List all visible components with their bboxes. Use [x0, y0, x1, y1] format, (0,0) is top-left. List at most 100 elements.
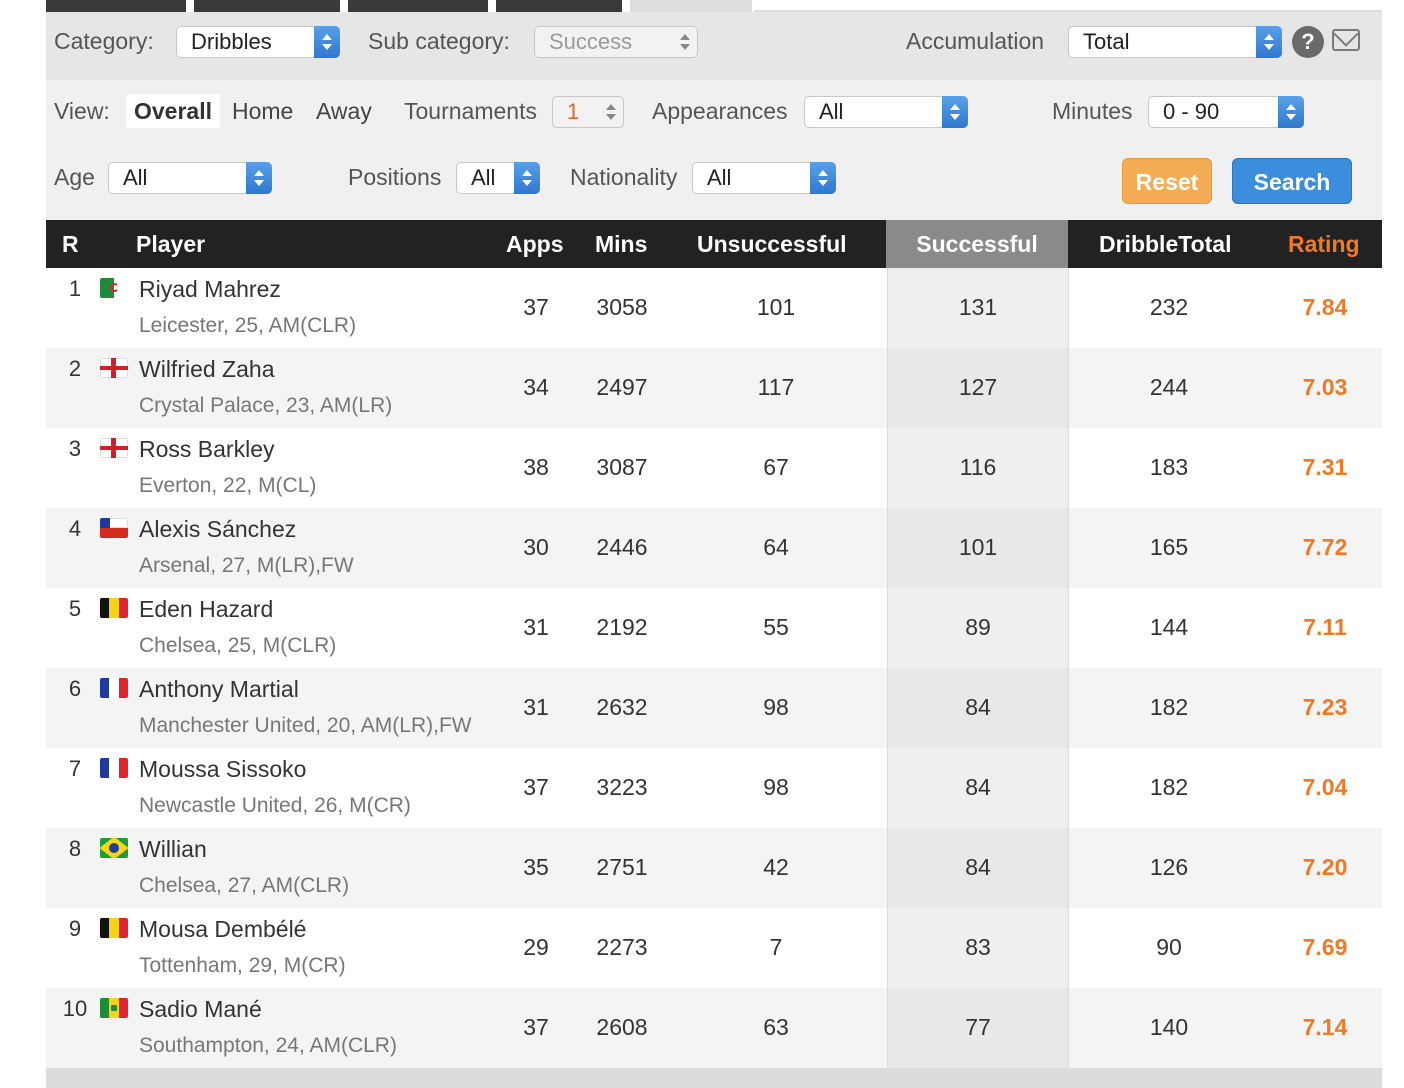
successful-cell: 84: [965, 774, 991, 800]
player-name-link[interactable]: Willian: [139, 836, 207, 863]
belgium-flag-icon: [100, 918, 128, 938]
unsuccessful-cell: 101: [756, 294, 796, 320]
unsuccessful-cell: 42: [763, 854, 789, 880]
mins-cell: 2751: [596, 854, 648, 880]
positions-select[interactable]: All: [456, 162, 540, 194]
rating-cell: 7.31: [1302, 454, 1348, 480]
col-mins[interactable]: Mins: [595, 220, 647, 268]
age-value: All: [123, 165, 148, 190]
tab-2[interactable]: [194, 0, 340, 12]
minutes-select[interactable]: 0 - 90: [1148, 96, 1304, 128]
table-row[interactable]: 1 Riyad Mahrez Leicester, 25, AM(CLR) 37 305…: [46, 268, 1382, 348]
successful-cell: 84: [965, 694, 991, 720]
col-apps[interactable]: Apps: [506, 220, 564, 268]
table-footer: [46, 1068, 1382, 1088]
unsuccessful-cell: 98: [763, 774, 789, 800]
dribble-total-cell: 244: [1149, 374, 1189, 400]
select-arrows-icon: [672, 26, 698, 58]
col-dribble-total[interactable]: DribbleTotal: [1099, 220, 1231, 268]
apps-cell: 38: [523, 454, 549, 480]
select-arrows-icon: [942, 96, 968, 128]
player-name-link[interactable]: Ross Barkley: [139, 436, 274, 463]
player-name-link[interactable]: Riyad Mahrez: [139, 276, 281, 303]
apps-cell: 35: [523, 854, 549, 880]
select-arrows-icon: [514, 162, 540, 194]
player-name-link[interactable]: Anthony Martial: [139, 676, 299, 703]
tournaments-select[interactable]: 1: [552, 96, 624, 128]
player-name-link[interactable]: Alexis Sánchez: [139, 516, 296, 543]
appearances-label: Appearances: [652, 98, 788, 124]
mins-cell: 2497: [596, 374, 648, 400]
tab-1[interactable]: [46, 0, 186, 12]
category-value: Dribbles: [191, 29, 272, 54]
appearances-value: All: [819, 99, 844, 124]
brazil-flag-icon: [100, 838, 128, 858]
tab-3[interactable]: [348, 0, 488, 12]
table-row[interactable]: 2 Wilfried Zaha Crystal Palace, 23, AM(LR)…: [46, 348, 1382, 428]
col-unsuccessful[interactable]: Unsuccessful: [697, 220, 847, 268]
table-row[interactable]: 5 Eden Hazard Chelsea, 25, M(CLR) 31 2192 55 8…: [46, 588, 1382, 668]
successful-cell: 83: [965, 934, 991, 960]
col-player[interactable]: Player: [136, 220, 205, 268]
table-row[interactable]: 4 Alexis Sánchez Arsenal, 27, M(LR),FW 30 24…: [46, 508, 1382, 588]
tab-5-active[interactable]: [630, 0, 752, 12]
player-name-link[interactable]: Wilfried Zaha: [139, 356, 274, 383]
mins-cell: 2192: [596, 614, 648, 640]
unsuccessful-cell: 64: [763, 534, 789, 560]
rating-cell: 7.23: [1302, 694, 1348, 720]
player-name-link[interactable]: Sadio Mané: [139, 996, 262, 1023]
table-row[interactable]: 8 Willian Chelsea, 27, AM(CLR) 35 2751 42 84 12…: [46, 828, 1382, 908]
successful-cell: 127: [958, 374, 998, 400]
table-row[interactable]: 7 Moussa Sissoko Newcastle United, 26, M(C…: [46, 748, 1382, 828]
player-name-link[interactable]: Eden Hazard: [139, 596, 273, 623]
age-label: Age: [54, 164, 95, 190]
minutes-label: Minutes: [1052, 98, 1133, 124]
rank-cell: 4: [68, 516, 82, 541]
accumulation-select[interactable]: Total: [1068, 26, 1282, 58]
appearances-select[interactable]: All: [804, 96, 968, 128]
belgium-flag-icon: [100, 598, 128, 618]
view-home[interactable]: Home: [224, 94, 301, 128]
col-rank[interactable]: R: [62, 220, 79, 268]
senegal-flag-icon: [100, 998, 128, 1018]
reset-button[interactable]: Reset: [1122, 158, 1212, 204]
select-arrows-icon: [314, 26, 340, 58]
table-row[interactable]: 10 Sadio Mané Southampton, 24, AM(CLR) 37 26…: [46, 988, 1382, 1068]
successful-cell: 131: [958, 294, 998, 320]
player-team-info: Arsenal, 27, M(LR),FW: [139, 554, 354, 577]
mail-icon[interactable]: [1332, 29, 1360, 51]
player-team-info: Crystal Palace, 23, AM(LR): [139, 394, 393, 417]
positions-value: All: [471, 165, 496, 190]
view-away[interactable]: Away: [308, 94, 380, 128]
apps-cell: 29: [523, 934, 549, 960]
player-name-link[interactable]: Moussa Sissoko: [139, 756, 306, 783]
unsuccessful-cell: 98: [763, 694, 789, 720]
view-overall[interactable]: Overall: [126, 94, 220, 128]
apps-cell: 30: [523, 534, 549, 560]
table-row[interactable]: 6 Anthony Martial Manchester United, 20, A…: [46, 668, 1382, 748]
category-row: Category: Dribbles Sub category: Success…: [46, 12, 1382, 80]
player-team-info: Southampton, 24, AM(CLR): [139, 1034, 397, 1057]
nationality-select[interactable]: All: [692, 162, 836, 194]
select-arrows-icon: [1278, 96, 1304, 128]
category-select[interactable]: Dribbles: [176, 26, 340, 58]
rating-cell: 7.69: [1302, 934, 1348, 960]
col-rating[interactable]: Rating: [1288, 220, 1360, 268]
mins-cell: 3223: [596, 774, 648, 800]
rating-cell: 7.72: [1302, 534, 1348, 560]
age-select[interactable]: All: [108, 162, 272, 194]
player-team-info: Newcastle United, 26, M(CR): [139, 794, 411, 817]
rank-cell: 1: [68, 276, 82, 301]
nationality-label: Nationality: [570, 164, 678, 190]
subcategory-select[interactable]: Success: [534, 26, 698, 58]
help-icon[interactable]: ?: [1292, 26, 1324, 58]
player-name-link[interactable]: Mousa Dembélé: [139, 916, 306, 943]
search-button[interactable]: Search: [1232, 158, 1352, 204]
dribble-total-cell: 182: [1149, 774, 1189, 800]
table-row[interactable]: 3 Ross Barkley Everton, 22, M(CL) 38 3087 67 1…: [46, 428, 1382, 508]
successful-cell: 84: [965, 854, 991, 880]
table-row[interactable]: 9 Mousa Dembélé Tottenham, 29, M(CR) 29 2273…: [46, 908, 1382, 988]
tab-4[interactable]: [496, 0, 622, 12]
select-arrows-icon: [1256, 26, 1282, 58]
col-successful-sorted[interactable]: Successful: [886, 220, 1068, 268]
